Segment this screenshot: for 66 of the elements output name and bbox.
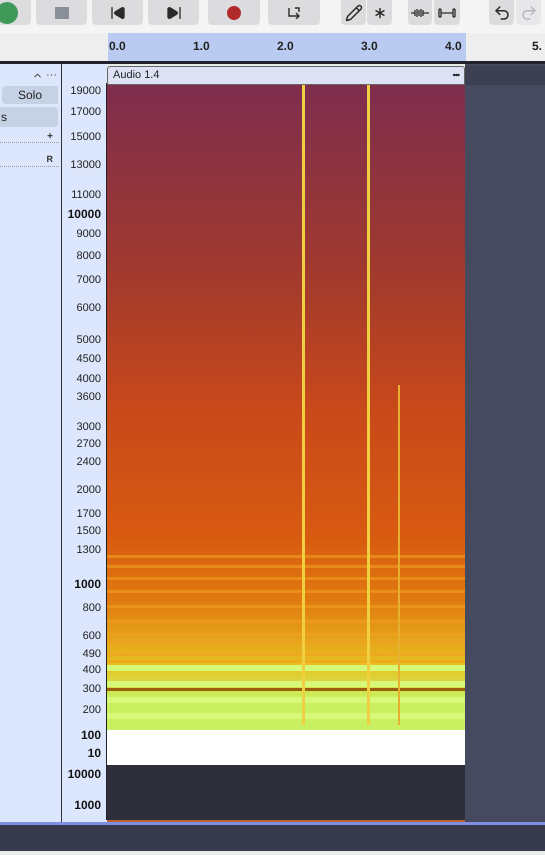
frequency-label: 10000	[68, 208, 101, 220]
frequency-label: 1700	[76, 509, 101, 520]
skip-end-icon	[166, 4, 182, 20]
frequency-label: 800	[82, 603, 101, 614]
pan-right-label: R	[46, 153, 53, 166]
frequency-label: 600	[82, 631, 101, 642]
undo-button[interactable]	[489, 0, 514, 25]
frequency-label: 4000	[76, 374, 101, 385]
frequency-label: 100	[80, 729, 101, 741]
frequency-label: 1000	[74, 799, 101, 811]
ruler-label: 4.0	[445, 38, 462, 55]
undo-icon	[492, 4, 510, 22]
frequency-label: 10000	[68, 768, 101, 780]
frequency-label: 3000	[76, 422, 101, 433]
frequency-label: 2700	[76, 439, 101, 450]
frequency-label: 400	[82, 665, 101, 676]
stop-icon	[54, 6, 68, 18]
clip-title: Audio 1.4	[113, 68, 160, 84]
ruler-label: 0.0	[109, 38, 126, 55]
skip-start-button[interactable]	[92, 0, 143, 25]
ruler-label: 3.0	[361, 38, 378, 55]
frequency-label: 13000	[70, 160, 101, 171]
timeline-ruler[interactable]: 0.0 1.0 2.0 3.0 4.0	[108, 33, 466, 61]
multi-button[interactable]	[367, 0, 392, 25]
frequency-label: 300	[82, 684, 101, 695]
record-icon	[227, 6, 241, 20]
skip-end-button[interactable]	[148, 0, 199, 25]
frequency-label: 1500	[76, 526, 101, 537]
frequency-label: 10	[88, 747, 101, 759]
pencil-icon	[344, 4, 362, 22]
frequency-label: 8000	[76, 251, 101, 262]
frequency-label: 17000	[70, 107, 101, 118]
frequency-label: 1000	[74, 578, 101, 590]
frequency-label: 2000	[76, 485, 101, 496]
solo-button[interactable]: Solo	[2, 86, 58, 104]
ruler-label: 1.0	[193, 38, 210, 55]
pencil-button[interactable]	[341, 0, 366, 25]
loop-button[interactable]	[268, 0, 320, 25]
frequency-label: 19000	[70, 86, 101, 97]
trim-icon	[411, 6, 429, 18]
clip-menu[interactable]: •••	[452, 68, 459, 82]
frequency-label: 4500	[76, 354, 101, 365]
silence-button[interactable]	[434, 0, 460, 25]
track-menu[interactable]: ···	[46, 70, 57, 80]
effects-button[interactable]: s	[0, 107, 58, 127]
frequency-label: 1300	[76, 545, 101, 556]
redo-icon	[520, 4, 538, 22]
ruler-label: 2.0	[277, 38, 294, 55]
frequency-label: 490	[82, 649, 101, 660]
loop-icon	[287, 6, 301, 18]
trim-button[interactable]	[408, 0, 432, 25]
frequency-label: 2400	[76, 457, 101, 468]
frequency-label: 5000	[76, 335, 101, 346]
skip-start-icon	[110, 4, 126, 20]
frequency-label: 11000	[71, 190, 101, 201]
clip-header[interactable]: Audio 1.4 •••	[107, 66, 465, 85]
silence-icon	[438, 6, 456, 18]
frequency-label: 200	[82, 705, 101, 716]
frequency-label: 3600	[76, 392, 101, 403]
frequency-label: 7000	[76, 275, 101, 286]
frequency-label: 6000	[76, 303, 101, 314]
frequency-label: 15000	[70, 132, 101, 143]
frequency-label: 9000	[76, 229, 101, 240]
ruler-label: 5.	[532, 38, 542, 55]
gain-max-label: +	[47, 130, 53, 142]
record-button[interactable]	[208, 0, 260, 25]
